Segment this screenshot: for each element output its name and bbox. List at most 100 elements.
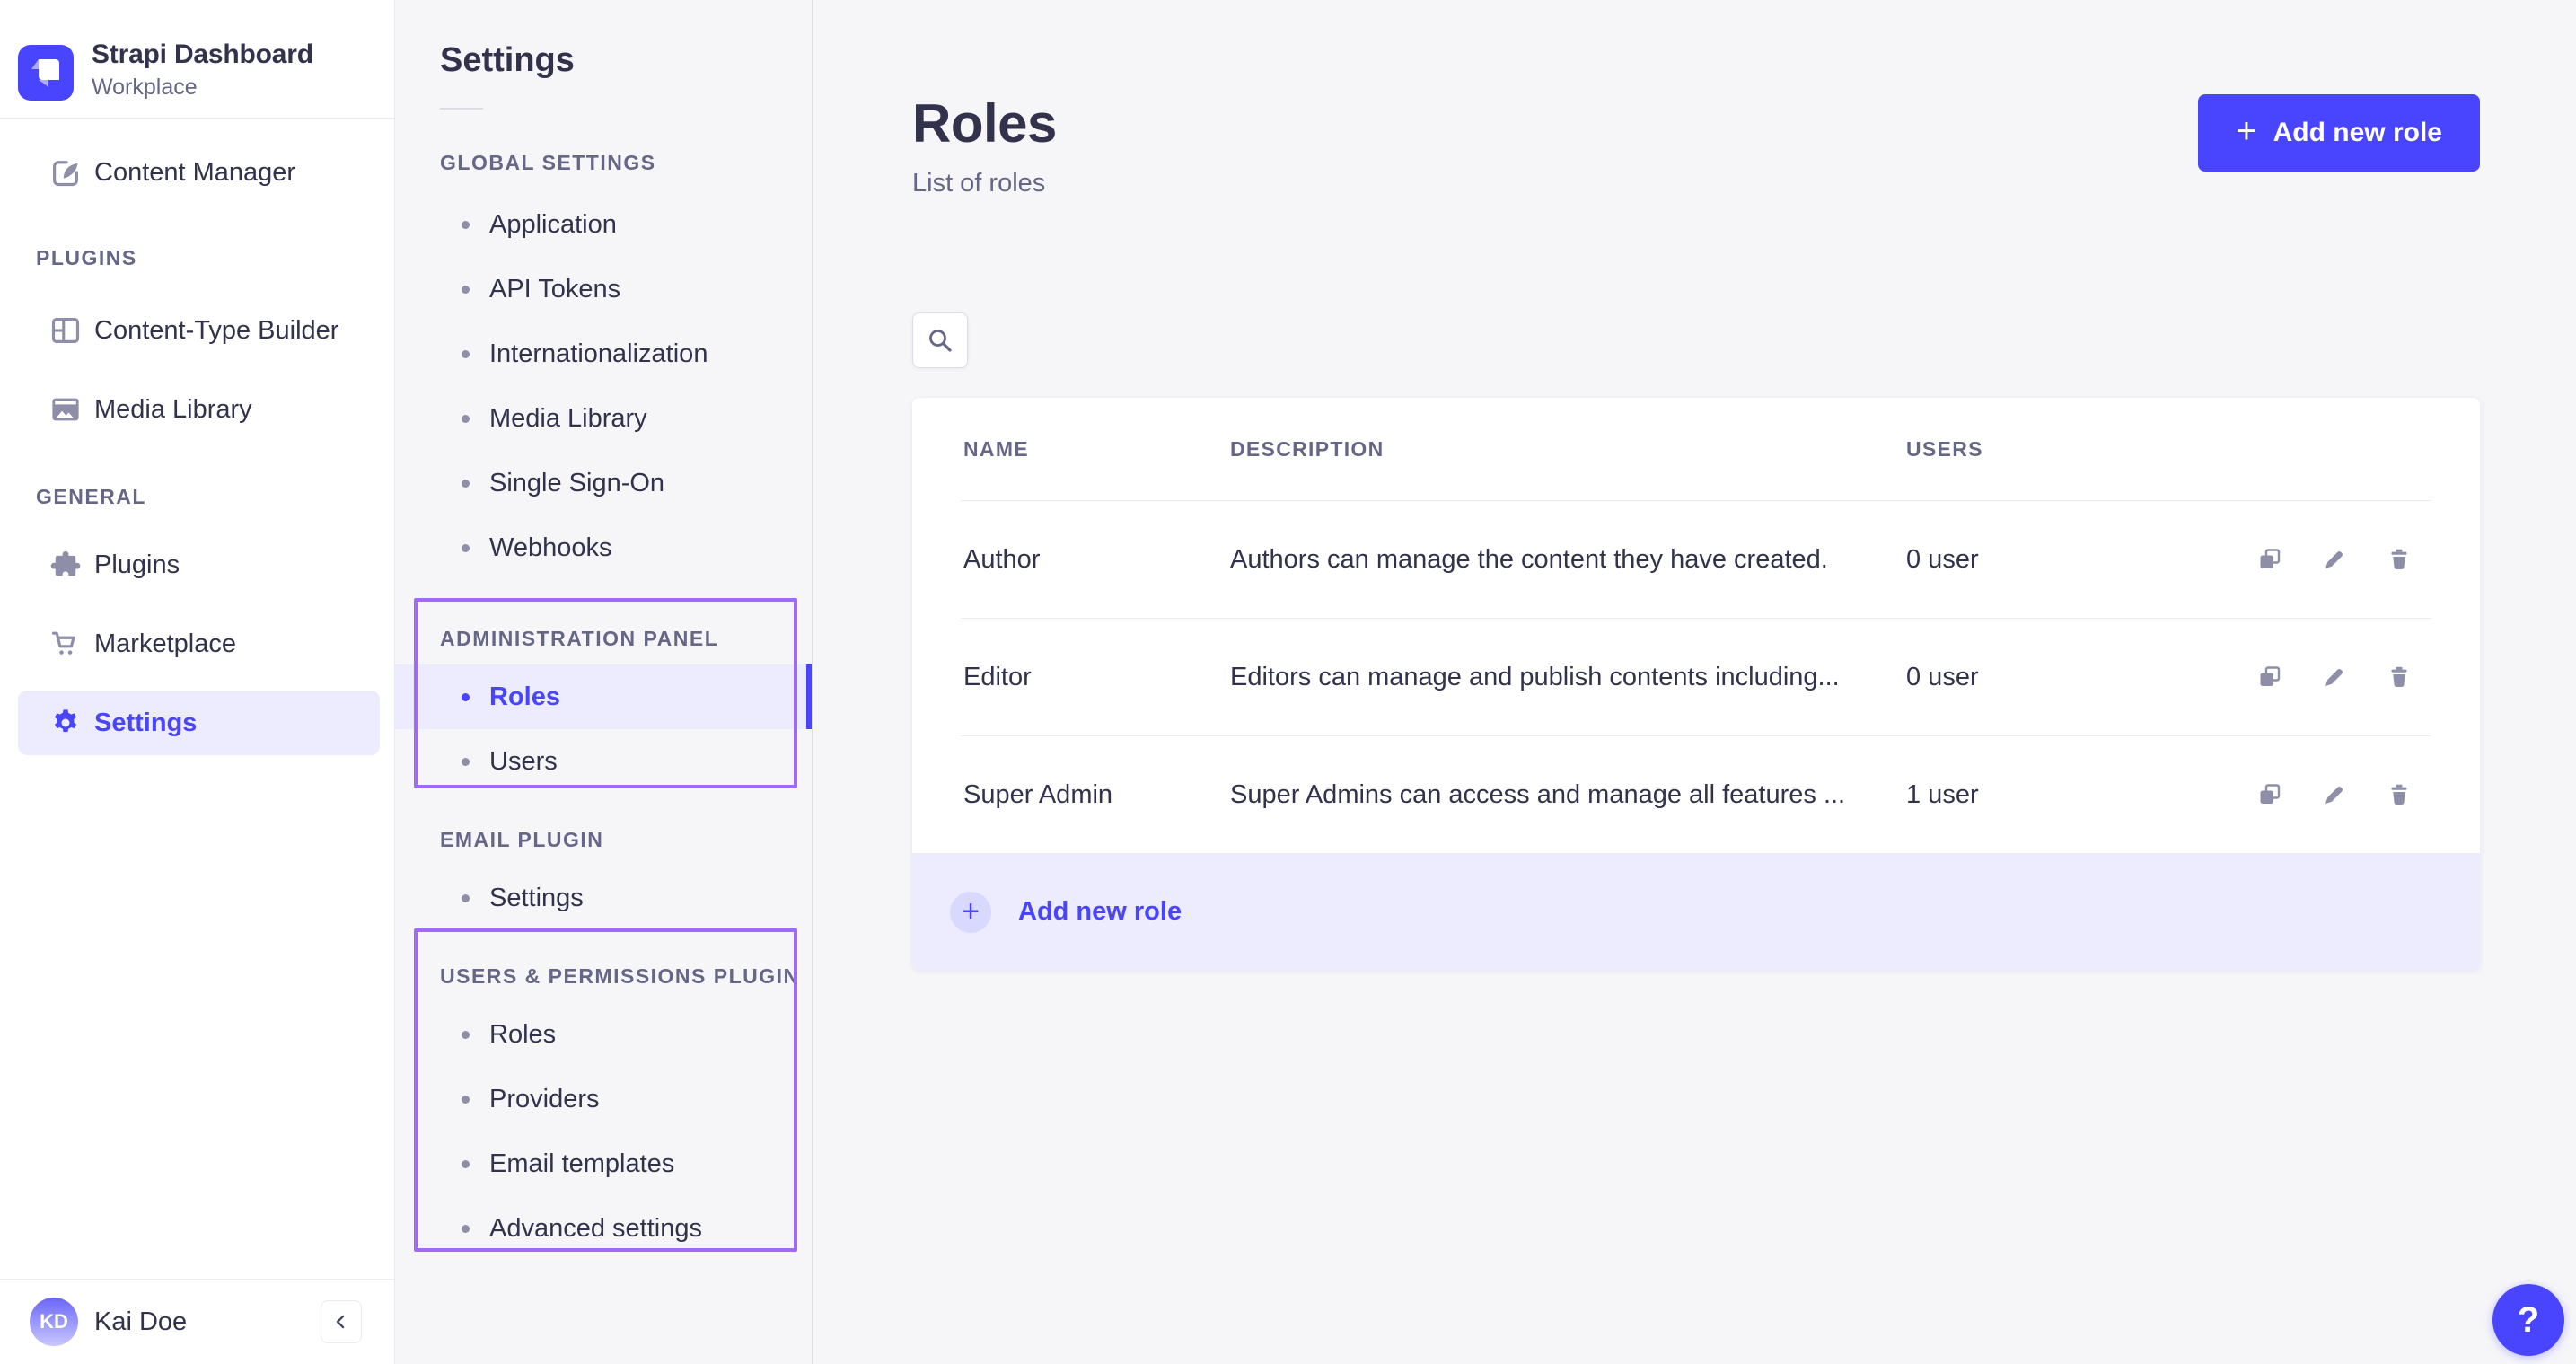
delete-button[interactable] bbox=[2381, 777, 2417, 813]
subnav-item-media-library[interactable]: Media Library bbox=[395, 386, 812, 451]
subnav-item-application[interactable]: Application bbox=[395, 192, 812, 257]
subnav-item-label: API Tokens bbox=[489, 275, 620, 304]
subnav-item-webhooks[interactable]: Webhooks bbox=[395, 515, 812, 580]
sidebar-item-label: Plugins bbox=[94, 550, 180, 580]
sidebar-item-label: Content Manager bbox=[94, 158, 295, 188]
subnav-item-users[interactable]: Users bbox=[395, 729, 812, 794]
sidebar-item-marketplace[interactable]: Marketplace bbox=[18, 612, 380, 676]
subnav-item-email-settings[interactable]: Settings bbox=[395, 866, 812, 930]
row-actions bbox=[2218, 541, 2417, 577]
sidebar-item-media-library[interactable]: Media Library bbox=[18, 377, 380, 442]
sidebar-section-plugins: PLUGINS bbox=[0, 244, 394, 271]
content-type-builder-icon bbox=[49, 314, 85, 347]
bullet-icon bbox=[462, 415, 470, 423]
trash-icon bbox=[2387, 547, 2412, 572]
sidebar-item-settings[interactable]: Settings bbox=[18, 691, 380, 755]
sidebar-footer: KD Kai Doe bbox=[0, 1279, 394, 1364]
sidebar-item-label: Settings bbox=[94, 708, 197, 738]
sidebar-item-content-manager[interactable]: Content Manager bbox=[18, 140, 380, 205]
bullet-icon bbox=[462, 1225, 470, 1233]
subnav-item-roles-up[interactable]: Roles bbox=[395, 1002, 812, 1067]
subnav-title: Settings bbox=[440, 40, 812, 81]
trash-icon bbox=[2387, 782, 2412, 807]
add-new-role-button[interactable]: + Add new role bbox=[2198, 94, 2480, 172]
bullet-icon bbox=[462, 1031, 470, 1039]
duplicate-icon bbox=[2257, 664, 2282, 690]
edit-button[interactable] bbox=[2317, 659, 2352, 695]
trash-icon bbox=[2387, 664, 2412, 690]
chevron-left-icon bbox=[331, 1312, 351, 1332]
column-header-description: DESCRIPTION bbox=[1230, 437, 1906, 462]
strapi-admin-app: Strapi Dashboard Workplace Content Manag… bbox=[0, 0, 2576, 1364]
page-header: Roles List of roles + Add new role bbox=[912, 92, 2480, 198]
edit-button[interactable] bbox=[2317, 541, 2352, 577]
role-users-count: 1 user bbox=[1906, 780, 2218, 810]
search-button[interactable] bbox=[912, 312, 968, 368]
table-header-row: NAME DESCRIPTION USERS bbox=[912, 398, 2480, 500]
add-new-role-footer-label: Add new role bbox=[1018, 897, 1182, 927]
sidebar-item-content-type-builder[interactable]: Content-Type Builder bbox=[18, 298, 380, 363]
table-row[interactable]: Author Authors can manage the content th… bbox=[912, 501, 2480, 618]
bullet-icon bbox=[462, 758, 470, 766]
subnav-item-label: Internationalization bbox=[489, 339, 708, 369]
column-header-name: NAME bbox=[963, 437, 1230, 462]
role-name: Super Admin bbox=[963, 780, 1230, 810]
table-row[interactable]: Super Admin Super Admins can access and … bbox=[912, 736, 2480, 853]
role-description: Editors can manage and publish contents … bbox=[1230, 663, 1906, 692]
bullet-icon bbox=[462, 544, 470, 552]
add-new-role-label: Add new role bbox=[2273, 118, 2442, 148]
role-name: Editor bbox=[963, 663, 1230, 692]
collapse-sidebar-button[interactable] bbox=[321, 1300, 362, 1343]
sidebar-item-label: Content-Type Builder bbox=[94, 316, 338, 346]
duplicate-button[interactable] bbox=[2252, 777, 2288, 813]
sidebar-section-general: GENERAL bbox=[0, 483, 394, 510]
role-users-count: 0 user bbox=[1906, 545, 2218, 575]
edit-button[interactable] bbox=[2317, 777, 2352, 813]
delete-button[interactable] bbox=[2381, 541, 2417, 577]
subnav-item-api-tokens[interactable]: API Tokens bbox=[395, 257, 812, 321]
subnav-item-providers[interactable]: Providers bbox=[395, 1067, 812, 1131]
subnav-item-advanced-settings[interactable]: Advanced settings bbox=[395, 1196, 812, 1261]
user-name: Kai Doe bbox=[94, 1307, 187, 1337]
bullet-icon bbox=[462, 693, 470, 701]
subnav-item-label: Advanced settings bbox=[489, 1214, 702, 1244]
subnav-item-label: Roles bbox=[489, 1020, 556, 1050]
sidebar-item-plugins[interactable]: Plugins bbox=[18, 532, 380, 597]
table-row[interactable]: Editor Editors can manage and publish co… bbox=[912, 619, 2480, 735]
subnav-section-global-settings: GLOBAL SETTINGS bbox=[395, 149, 812, 176]
roles-table: NAME DESCRIPTION USERS Author Authors ca… bbox=[912, 398, 2480, 971]
subnav-item-roles-admin[interactable]: Roles bbox=[395, 664, 812, 729]
subnav-item-email-templates[interactable]: Email templates bbox=[395, 1131, 812, 1196]
table-add-new-role[interactable]: + Add new role bbox=[912, 853, 2480, 971]
column-header-users: USERS bbox=[1906, 437, 2218, 462]
subnav-item-internationalization[interactable]: Internationalization bbox=[395, 321, 812, 386]
subnav-item-label: Providers bbox=[489, 1085, 600, 1114]
subnav-item-label: Media Library bbox=[489, 404, 647, 434]
delete-button[interactable] bbox=[2381, 659, 2417, 695]
subnav-item-single-sign-on[interactable]: Single Sign-On bbox=[395, 451, 812, 515]
cart-icon bbox=[49, 628, 85, 660]
bullet-icon bbox=[462, 1160, 470, 1168]
subnav-item-label: Single Sign-On bbox=[489, 469, 664, 498]
puzzle-icon bbox=[49, 549, 85, 581]
gear-icon bbox=[49, 707, 85, 739]
search-icon bbox=[926, 326, 954, 355]
duplicate-button[interactable] bbox=[2252, 541, 2288, 577]
bullet-icon bbox=[462, 1096, 470, 1104]
subnav-item-label: Application bbox=[489, 210, 617, 240]
pencil-icon bbox=[2322, 664, 2347, 690]
bullet-icon bbox=[462, 221, 470, 229]
sidebar-item-label: Marketplace bbox=[94, 629, 236, 659]
bullet-icon bbox=[462, 480, 470, 488]
subnav-item-label: Email templates bbox=[489, 1149, 674, 1179]
help-button[interactable]: ? bbox=[2492, 1284, 2564, 1356]
bullet-icon bbox=[462, 894, 470, 902]
workspace-switcher[interactable]: Strapi Dashboard Workplace bbox=[0, 0, 394, 119]
duplicate-button[interactable] bbox=[2252, 659, 2288, 695]
media-library-icon bbox=[49, 393, 85, 426]
sidebar-nav: Content Manager PLUGINS Content-Type Bui… bbox=[0, 119, 394, 1279]
avatar[interactable]: KD bbox=[30, 1298, 78, 1346]
subnav-item-label: Roles bbox=[489, 682, 560, 712]
plus-icon: + bbox=[2236, 113, 2256, 149]
strapi-logo-icon bbox=[18, 45, 74, 101]
